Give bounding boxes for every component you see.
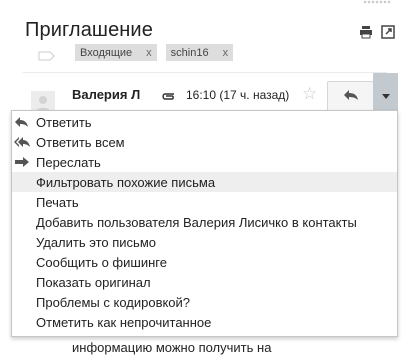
- new-window-icon[interactable]: [381, 25, 395, 39]
- star-icon[interactable]: ☆: [302, 84, 317, 104]
- message-actions-menu: Ответить Ответить всем Переслать Фильтро…: [11, 110, 398, 337]
- reply-button[interactable]: [327, 81, 374, 113]
- label-chip-name: schin16: [170, 46, 209, 59]
- forward-icon: [14, 156, 30, 168]
- menu-item-label: Проблемы с кодировкой?: [36, 295, 191, 310]
- menu-item-encoding-problems[interactable]: Проблемы с кодировкой?: [12, 292, 397, 312]
- menu-item-label: Добавить пользователя Валерия Лисичко в …: [36, 215, 357, 230]
- menu-item-report-phishing[interactable]: Сообщить о фишинге: [12, 252, 397, 272]
- message-time: 16:10 (17 ч. назад): [186, 88, 290, 102]
- menu-item-filter-similar[interactable]: Фильтровать похожие письма: [12, 172, 397, 192]
- print-all-icon[interactable]: [359, 25, 373, 39]
- menu-item-delete[interactable]: Удалить это письмо: [12, 232, 397, 252]
- menu-item-label: Ответить всем: [36, 135, 125, 150]
- menu-item-reply-all[interactable]: Ответить всем: [12, 132, 397, 152]
- menu-item-label: Печать: [36, 195, 79, 210]
- chevron-down-icon: [381, 93, 390, 99]
- menu-item-label: Показать оригинал: [36, 275, 151, 290]
- label-chip-name: Входящие: [80, 46, 133, 59]
- attachment-icon: [160, 89, 176, 100]
- sender-name[interactable]: Валерия Л: [72, 87, 140, 102]
- menu-item-show-original[interactable]: Показать оригинал: [12, 272, 397, 292]
- menu-item-label: Отметить как непрочитанное: [36, 315, 212, 330]
- menu-item-mark-unread[interactable]: Отметить как непрочитанное: [12, 312, 397, 332]
- message-body-snippet: информацию можно получить на: [72, 340, 272, 355]
- label-chip-schin16[interactable]: schin16 x: [165, 44, 234, 61]
- subject-actions: [359, 25, 395, 39]
- menu-item-label: Сообщить о фишинге: [36, 255, 167, 270]
- label-chips: Входящие x schin16 x: [38, 44, 242, 61]
- reply-all-icon: [14, 136, 30, 148]
- decorative-dots: [363, 0, 391, 4]
- email-subject: Приглашение: [25, 19, 153, 41]
- menu-item-reply[interactable]: Ответить: [12, 112, 397, 132]
- header-divider: [23, 72, 387, 73]
- menu-item-forward[interactable]: Переслать: [12, 152, 397, 172]
- menu-item-label: Переслать: [36, 155, 101, 170]
- menu-item-add-contact[interactable]: Добавить пользователя Валерия Лисичко в …: [12, 212, 397, 232]
- label-chip-inbox[interactable]: Входящие x: [75, 44, 157, 61]
- menu-item-label: Удалить это письмо: [36, 235, 156, 250]
- reply-icon: [343, 88, 359, 106]
- remove-label-icon[interactable]: x: [146, 47, 152, 59]
- label-icon: [38, 48, 55, 60]
- reply-icon: [14, 116, 30, 128]
- menu-item-print[interactable]: Печать: [12, 192, 397, 212]
- menu-item-label: Ответить: [36, 115, 92, 130]
- remove-label-icon[interactable]: x: [223, 47, 229, 59]
- menu-item-label: Фильтровать похожие письма: [36, 175, 216, 190]
- more-actions-button[interactable]: [373, 73, 398, 113]
